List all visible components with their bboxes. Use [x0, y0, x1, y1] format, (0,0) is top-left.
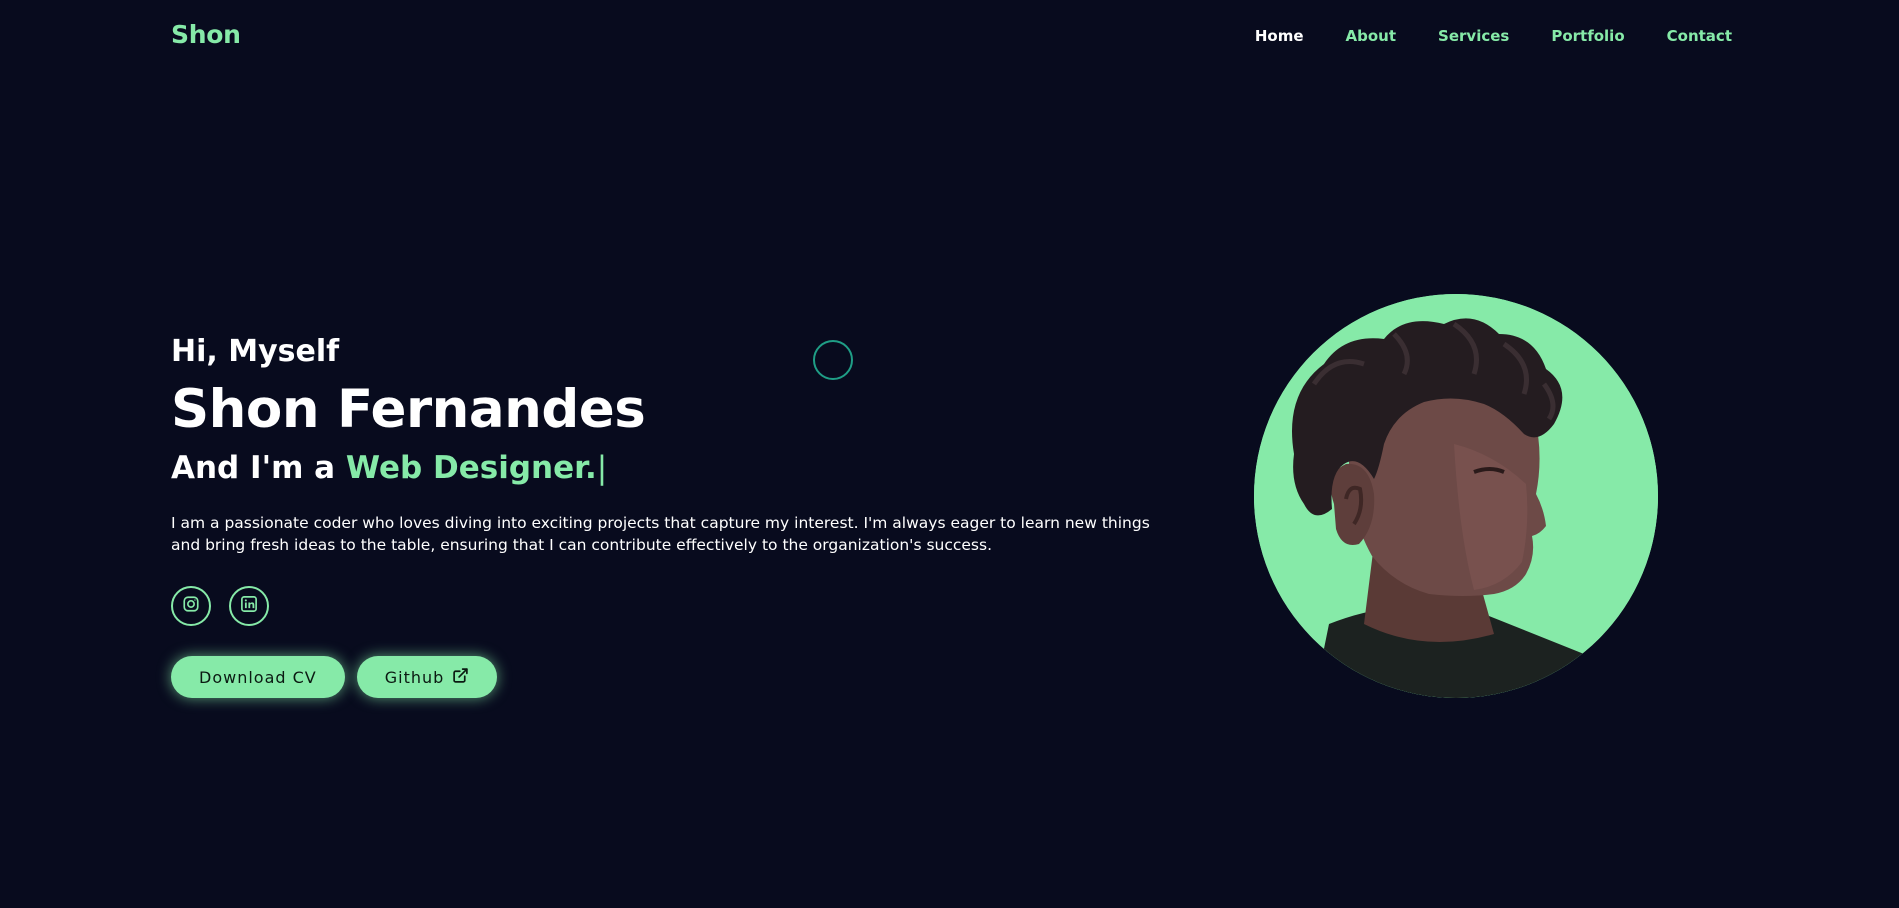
external-link-icon	[452, 667, 469, 688]
social-links	[171, 586, 269, 626]
nav-services[interactable]: Services	[1438, 27, 1509, 45]
hero-name: Shon Fernandes	[171, 379, 646, 440]
nav-contact[interactable]: Contact	[1667, 27, 1732, 45]
download-cv-label: Download CV	[199, 667, 317, 687]
page: Shon Home About Services Portfolio Conta…	[0, 0, 1899, 908]
hero-description: I am a passionate coder who loves diving…	[171, 514, 1150, 554]
nav-about[interactable]: About	[1346, 27, 1397, 45]
hero-role: And I'm a Web Designer.|	[171, 450, 607, 486]
typing-cursor: |	[596, 450, 608, 486]
role-prefix: And I'm a	[171, 450, 336, 486]
nav-portfolio[interactable]: Portfolio	[1551, 27, 1624, 45]
logo[interactable]: Shon	[171, 20, 241, 49]
linkedin-link[interactable]	[229, 586, 269, 626]
profile-photo	[1254, 294, 1658, 698]
instagram-icon	[182, 595, 200, 617]
hero-buttons: Download CV Github	[171, 656, 498, 698]
main-nav: Home About Services Portfolio Contact	[1213, 27, 1732, 45]
download-cv-button[interactable]: Download CV	[171, 656, 345, 698]
role-highlight: Web Designer.	[345, 450, 597, 486]
linkedin-icon	[240, 595, 258, 617]
hero-greeting: Hi, Myself	[171, 334, 340, 369]
instagram-link[interactable]	[171, 586, 211, 626]
nav-home[interactable]: Home	[1255, 27, 1304, 45]
decorative-ring	[813, 340, 853, 380]
github-button[interactable]: Github	[356, 656, 498, 698]
github-label: Github	[384, 667, 445, 687]
